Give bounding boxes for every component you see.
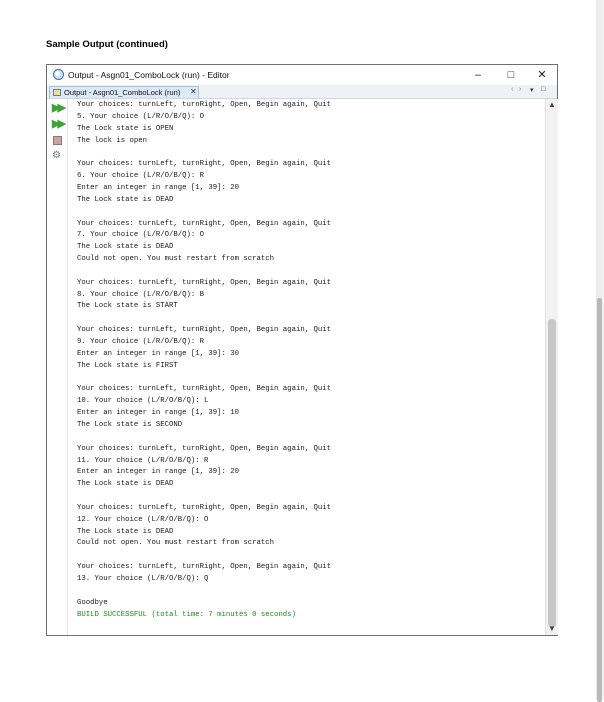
console-scrollbar[interactable]: ▲ ▼ (545, 99, 558, 635)
rerun-icon[interactable]: ▶▶ (52, 103, 66, 114)
restore-window-icon[interactable]: □ (541, 86, 545, 93)
page-scrollbar[interactable] (596, 0, 604, 702)
console-line: Enter an integer in range [1, 39]: 30 (77, 349, 240, 358)
console-line: The lock is open (77, 136, 148, 145)
console-line: 12. Your choice (L/R/O/B/Q): O (77, 515, 209, 524)
console-line: Your choices: turnLeft, turnRight, Open,… (77, 444, 331, 453)
scroll-down-icon[interactable]: ▼ (546, 624, 558, 634)
output-window: Output - Asgn01_ComboLock (run) - Editor… (46, 64, 558, 636)
console-line: The Lock state is OPEN (77, 124, 174, 133)
rerun-with-args-icon[interactable]: ▶▶ (52, 119, 66, 130)
console-line: The Lock state is DEAD (77, 480, 174, 489)
console-scrollbar-thumb[interactable] (548, 319, 556, 627)
stop-icon[interactable] (53, 136, 62, 145)
settings-icon[interactable]: ⚙ (52, 150, 63, 161)
output-tab-bar: Output - Asgn01_ComboLock (run) ✕ ‹ › ▾ … (47, 85, 557, 99)
console-line: Could not open. You must restart from sc… (77, 539, 275, 548)
console-line: 6. Your choice (L/R/O/B/Q): R (77, 172, 204, 181)
tab-list-dropdown-icon[interactable]: ▾ (530, 86, 534, 94)
console-line: Your choices: turnLeft, turnRight, Open,… (77, 160, 331, 169)
console-line: The Lock state is SECOND (77, 420, 183, 429)
console-line: 5. Your choice (L/R/O/B/Q): O (77, 112, 204, 121)
minimize-button[interactable]: – (467, 67, 489, 83)
console-line: Your choices: turnLeft, turnRight, Open,… (77, 503, 331, 512)
tab-close-icon[interactable]: ✕ (190, 87, 197, 96)
console-line: 9. Your choice (L/R/O/B/Q): R (77, 338, 204, 346)
window-title: Output - Asgn01_ComboLock (run) - Editor (68, 70, 230, 80)
console-line: Your choices: turnLeft, turnRight, Open,… (77, 385, 331, 394)
tab-label: Output - Asgn01_ComboLock (run) (64, 88, 181, 97)
console-line: 13. Your choice (L/R/O/B/Q): Q (77, 575, 209, 583)
console-line: The Lock state is FIRST (77, 361, 178, 370)
tab-scroll-left-icon[interactable]: ‹ (511, 86, 513, 93)
console-line: 10. Your choice (L/R/O/B/Q): L (77, 397, 209, 406)
console-line: 7. Your choice (L/R/O/B/Q): O (77, 231, 204, 240)
console-line: Enter an integer in range [1, 39]: 20 (77, 183, 240, 192)
console-line: The Lock state is DEAD (77, 527, 174, 536)
tab-scroll-right-icon[interactable]: › (519, 86, 521, 93)
console-line: Enter an integer in range [1, 39]: 20 (77, 468, 240, 477)
console-line: 11. Your choice (L/R/O/B/Q): R (77, 456, 209, 465)
scroll-up-icon[interactable]: ▲ (546, 100, 558, 110)
console-line: Goodbye (77, 598, 108, 607)
console-line: 8. Your choice (L/R/O/B/Q): B (77, 290, 204, 299)
netbeans-app-icon (53, 69, 64, 80)
console-line: Enter an integer in range [1, 39]: 10 (77, 409, 240, 418)
output-tab-icon (53, 89, 61, 96)
tab-output-run[interactable]: Output - Asgn01_ComboLock (run) ✕ (49, 86, 199, 98)
section-heading: Sample Output (continued) (46, 39, 168, 50)
console-line: The Lock state is START (77, 302, 178, 311)
console-output[interactable]: Your choices: turnLeft, turnRight, Open,… (77, 100, 537, 630)
maximize-button[interactable]: □ (500, 67, 522, 83)
page-scrollbar-thumb[interactable] (597, 298, 602, 702)
close-window-button[interactable]: ✕ (531, 67, 553, 83)
console-line: Your choices: turnLeft, turnRight, Open,… (77, 563, 331, 572)
console-line: Your choices: turnLeft, turnRight, Open,… (77, 326, 331, 335)
window-titlebar: Output - Asgn01_ComboLock (run) - Editor… (47, 65, 557, 85)
console-line: Your choices: turnLeft, turnRight, Open,… (77, 101, 331, 109)
console-line: BUILD SUCCESSFUL (total time: 7 minutes … (77, 610, 296, 619)
console-line: Your choices: turnLeft, turnRight, Open,… (77, 219, 331, 228)
console-line: The Lock state is DEAD (77, 195, 174, 204)
console-line: Could not open. You must restart from sc… (77, 255, 275, 264)
output-toolbar: ▶▶ ▶▶ ⚙ (47, 99, 68, 635)
console-line: The Lock state is DEAD (77, 243, 174, 252)
console-line: Your choices: turnLeft, turnRight, Open,… (77, 278, 331, 287)
